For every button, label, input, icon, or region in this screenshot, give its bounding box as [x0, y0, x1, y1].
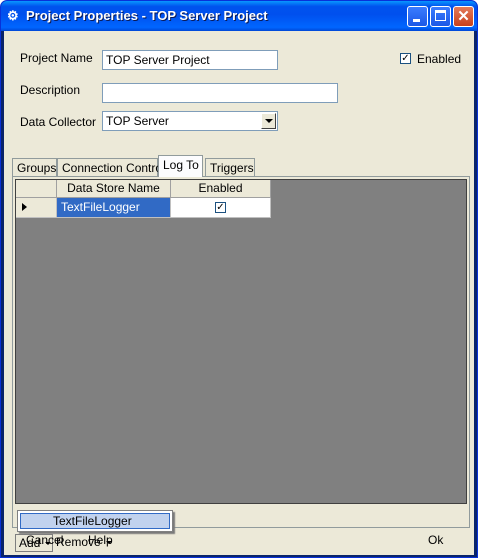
title-bar[interactable]: ⚙ Project Properties - TOP Server Projec… — [1, 1, 477, 31]
description-label: Description — [20, 83, 81, 97]
data-collector-value: TOP Server — [106, 114, 169, 128]
dialog-body: Project Name ✓ Enabled Description Data … — [4, 31, 474, 555]
data-collector-dropdown-button[interactable] — [261, 113, 276, 129]
tab-groups[interactable]: Groups — [12, 158, 57, 176]
close-button[interactable]: ✕ — [453, 6, 474, 27]
maximize-button[interactable] — [430, 6, 451, 27]
help-button[interactable]: Help — [88, 533, 113, 547]
data-store-name-cell[interactable]: TextFileLogger — [57, 198, 171, 218]
tab-connection-control[interactable]: Connection Control — [57, 158, 165, 176]
project-properties-window: ⚙ Project Properties - TOP Server Projec… — [0, 0, 478, 558]
project-name-label: Project Name — [20, 51, 93, 65]
close-icon: ✕ — [457, 8, 470, 25]
tab-triggers[interactable]: Triggers — [205, 158, 255, 176]
description-input[interactable] — [102, 83, 338, 103]
row-header[interactable] — [16, 198, 57, 218]
minimize-button[interactable] — [407, 6, 428, 27]
menu-item-textfilelogger[interactable]: TextFileLogger — [20, 513, 170, 529]
data-store-grid[interactable]: Data Store Name Enabled TextFileLogger ✓ — [15, 179, 467, 504]
row-enabled-checkbox[interactable]: ✓ — [215, 202, 226, 213]
current-row-icon — [22, 203, 27, 211]
project-name-input[interactable] — [102, 50, 278, 70]
enabled-cell[interactable]: ✓ — [171, 198, 271, 218]
data-collector-select[interactable]: TOP Server — [102, 111, 278, 131]
minimize-icon — [413, 19, 420, 22]
enabled-checkbox[interactable]: ✓ — [400, 53, 411, 64]
log-to-panel: Data Store Name Enabled TextFileLogger ✓ — [12, 176, 470, 528]
ok-button[interactable]: Ok — [428, 533, 443, 547]
cancel-button[interactable]: Cancel — [26, 533, 63, 547]
window-title: Project Properties - TOP Server Project — [26, 8, 268, 23]
chevron-down-icon — [265, 119, 273, 123]
grid-corner-header — [16, 180, 57, 198]
tab-log-to[interactable]: Log To — [158, 155, 203, 177]
column-header-enabled[interactable]: Enabled — [171, 180, 271, 198]
enabled-label: Enabled — [417, 52, 462, 66]
data-collector-label: Data Collector — [20, 115, 97, 129]
maximize-icon — [435, 10, 446, 21]
app-icon: ⚙ — [7, 8, 19, 23]
add-dropdown-menu: TextFileLogger — [17, 510, 173, 532]
column-header-data-store-name[interactable]: Data Store Name — [57, 180, 171, 198]
